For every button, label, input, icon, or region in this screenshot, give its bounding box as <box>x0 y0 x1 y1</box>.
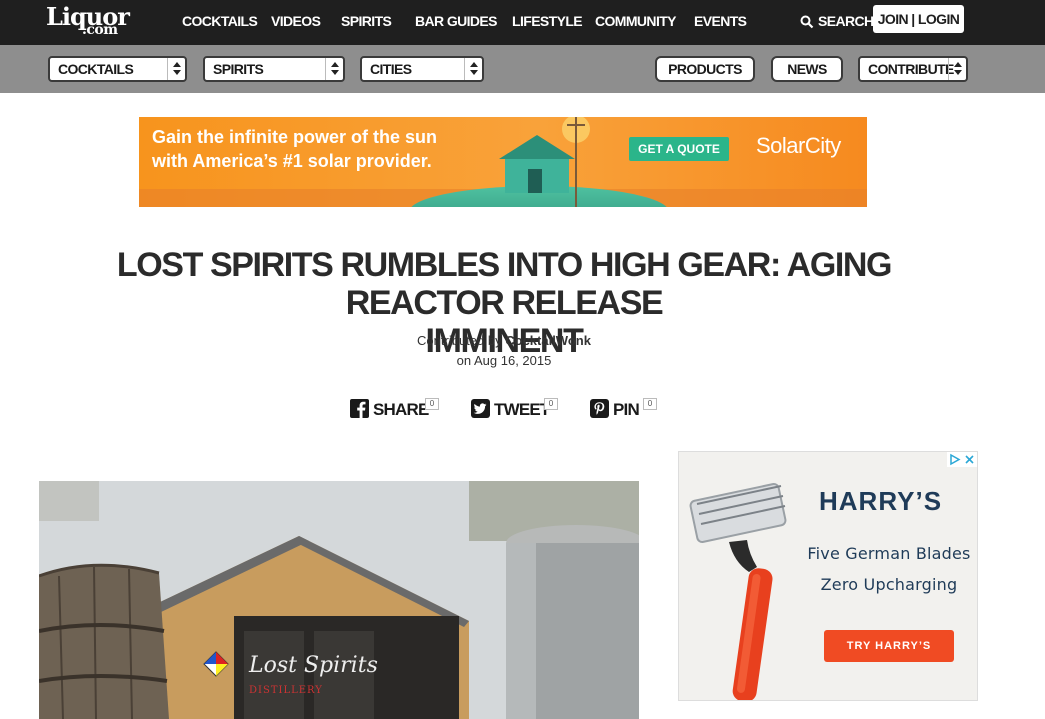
facebook-icon <box>350 399 369 418</box>
contribute-select-label: CONTRIBUTE <box>868 61 954 77</box>
harrys-tagline-1: Five German Blades <box>807 544 971 563</box>
distillery-sign: Lost Spirits <box>249 653 378 678</box>
cities-select-label: CITIES <box>370 61 412 77</box>
select-arrows-icon <box>464 58 482 80</box>
sub-nav: COCKTAILS SPIRITS CITIES PRODUCTS NEWS C… <box>0 45 1045 93</box>
contribute-select[interactable]: CONTRIBUTE <box>858 56 968 82</box>
nav-videos[interactable]: VIDEOS <box>271 10 321 32</box>
facebook-share-button[interactable]: SHARE 0 <box>350 398 445 422</box>
facebook-share-count: 0 <box>425 398 439 410</box>
harrys-tagline-2: Zero Upcharging <box>820 575 958 594</box>
top-nav: Liquor .com COCKTAILS VIDEOS SPIRITS BAR… <box>0 0 1045 45</box>
products-button[interactable]: PRODUCTS <box>655 56 755 82</box>
distillery-photo-illustration <box>39 481 639 719</box>
spirits-select[interactable]: SPIRITS <box>203 56 345 82</box>
twitter-tweet-label: TWEET <box>494 400 550 419</box>
pinterest-pin-count: 0 <box>643 398 657 410</box>
byline: Contributed by CocktailWonk <box>0 333 1008 348</box>
cities-select[interactable]: CITIES <box>360 56 484 82</box>
nav-bar-guides[interactable]: BAR GUIDES <box>415 10 498 32</box>
twitter-icon <box>471 399 490 418</box>
pinterest-pin-label: PIN <box>613 400 640 419</box>
publish-date: on Aug 16, 2015 <box>456 353 552 368</box>
article-title-line-1: LOST SPIRITS RUMBLES INTO HIGH GEAR: AGI… <box>116 246 893 322</box>
logo-suffix: .com <box>82 22 118 38</box>
banner-line-1: Gain the infinite power of the sun <box>152 127 438 147</box>
razor-illustration <box>689 483 787 700</box>
nav-spirits[interactable]: SPIRITS <box>341 10 392 32</box>
select-arrows-icon <box>325 58 343 80</box>
facebook-share-label: SHARE <box>373 400 429 419</box>
nav-events[interactable]: EVENTS <box>694 10 747 32</box>
distillery-sign-sub: DISTILLERY <box>249 685 323 696</box>
adchoices-icon[interactable] <box>947 452 977 467</box>
byline-prefix: Contributed by <box>417 333 502 348</box>
join-login-button[interactable]: JOIN | LOGIN <box>873 5 964 33</box>
harrys-logo: HARRY’S <box>819 486 943 516</box>
cocktails-select[interactable]: COCKTAILS <box>48 56 187 82</box>
pinterest-pin-button[interactable]: PIN 0 <box>590 398 662 422</box>
article-hero-image: Lost Spirits DISTILLERY <box>39 481 639 719</box>
pinterest-icon <box>590 399 609 418</box>
twitter-tweet-button[interactable]: TWEET 0 <box>471 398 563 422</box>
site-logo[interactable]: Liquor .com <box>46 2 136 42</box>
harrys-sidebar-ad[interactable]: HARRY’S Five German Blades Zero Upchargi… <box>678 451 978 701</box>
twitter-tweet-count: 0 <box>544 398 558 410</box>
nav-cocktails[interactable]: COCKTAILS <box>182 10 258 32</box>
select-arrows-icon <box>948 58 966 80</box>
author-link[interactable]: CocktailWonk <box>505 333 591 348</box>
banner-line-2: with America’s #1 solar provider. <box>152 151 432 171</box>
select-arrows-icon <box>167 58 185 80</box>
nav-community[interactable]: COMMUNITY <box>595 10 677 32</box>
get-a-quote-button[interactable]: GET A QUOTE <box>629 137 729 161</box>
banner-headline: Gain the infinite power of the sun with … <box>152 125 437 173</box>
search-label: SEARCH <box>818 13 874 29</box>
nav-lifestyle[interactable]: LIFESTYLE <box>512 10 583 32</box>
solarcity-banner-ad[interactable]: Gain the infinite power of the sun with … <box>139 117 867 207</box>
solarcity-logo: SolarCity <box>756 133 841 158</box>
spirits-select-label: SPIRITS <box>213 61 264 77</box>
try-harrys-button[interactable]: TRY HARRY’S <box>824 630 954 662</box>
search-icon <box>800 15 814 29</box>
news-button[interactable]: NEWS <box>771 56 843 82</box>
cocktails-select-label: COCKTAILS <box>58 61 134 77</box>
